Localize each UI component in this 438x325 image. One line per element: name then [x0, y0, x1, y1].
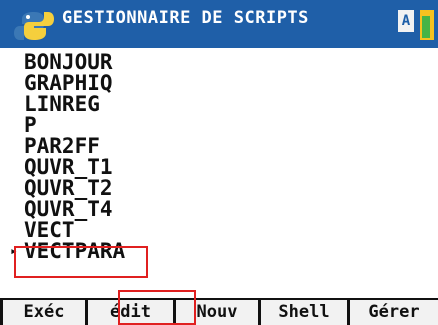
- softkey-bar: Exéc édit Nouv Shell Gérer: [0, 298, 438, 325]
- manage-softkey[interactable]: Gérer: [350, 300, 438, 325]
- app-title: GESTIONNAIRE DE SCRIPTS: [62, 8, 309, 28]
- run-softkey[interactable]: Exéc: [3, 300, 85, 325]
- script-manager-screen: GESTIONNAIRE DE SCRIPTS A BONJOUR GRAPHI…: [0, 0, 438, 325]
- script-item[interactable]: P: [24, 115, 125, 136]
- battery-level: [422, 16, 430, 38]
- script-item[interactable]: PAR2FF: [24, 136, 125, 157]
- script-item[interactable]: GRAPHIQ: [24, 73, 125, 94]
- selected-script-annotation: [14, 246, 148, 278]
- script-list: BONJOUR GRAPHIQ LINREG P PAR2FF QUVR_T1 …: [10, 52, 125, 262]
- alpha-mode-indicator: A: [398, 10, 414, 32]
- python-logo-icon: [14, 12, 54, 40]
- script-item[interactable]: BONJOUR: [24, 52, 125, 73]
- shell-softkey[interactable]: Shell: [261, 300, 347, 325]
- script-item[interactable]: VECT: [24, 220, 125, 241]
- script-item[interactable]: QUVR_T4: [24, 199, 125, 220]
- edit-softkey-annotation: [118, 290, 196, 325]
- script-item[interactable]: QUVR_T2: [24, 178, 125, 199]
- script-item[interactable]: LINREG: [24, 94, 125, 115]
- title-bar: GESTIONNAIRE DE SCRIPTS A: [0, 0, 438, 48]
- script-item[interactable]: QUVR_T1: [24, 157, 125, 178]
